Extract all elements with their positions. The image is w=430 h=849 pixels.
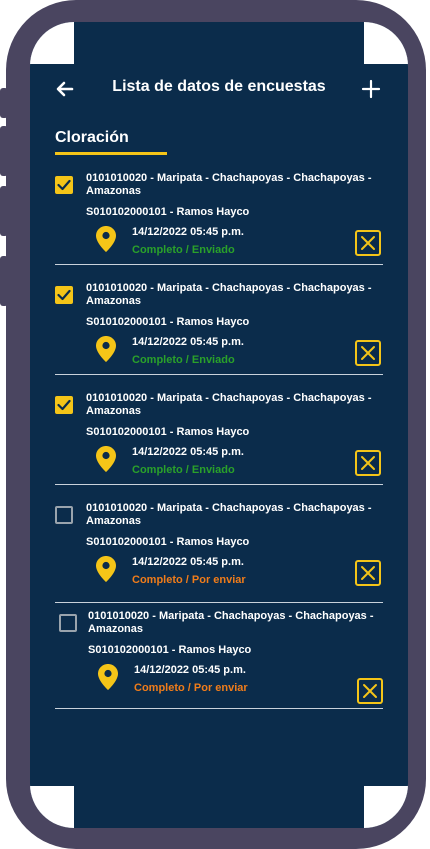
list-item[interactable]: 0101010020 - Maripata - Chachapoyas - Ch…: [55, 168, 383, 265]
phone-side-button: [0, 126, 8, 176]
list-item[interactable]: 0101010020 - Maripata - Chachapoyas - Ch…: [55, 388, 383, 485]
location-pin-icon: [96, 226, 116, 252]
phone-screen: Lista de datos de encuestas Cloración 01…: [30, 22, 408, 828]
app-header: Lista de datos de encuestas: [30, 74, 408, 104]
delete-button[interactable]: [355, 230, 381, 256]
list-item[interactable]: 0101010020 - Maripata - Chachapoyas - Ch…: [55, 498, 383, 603]
item-location: 0101010020 - Maripata - Chachapoyas - Ch…: [88, 610, 374, 635]
checkbox-unchecked[interactable]: [59, 614, 77, 632]
item-status: Completo / Enviado: [132, 354, 235, 366]
list-item[interactable]: 0101010020 - Maripata - Chachapoyas - Ch…: [55, 606, 383, 709]
item-status: Completo / Por enviar: [132, 574, 246, 586]
location-pin-icon: [96, 336, 116, 362]
item-location: 0101010020 - Maripata - Chachapoyas - Ch…: [86, 392, 372, 417]
checkbox-checked[interactable]: [55, 176, 73, 194]
delete-button[interactable]: [355, 340, 381, 366]
checkbox-unchecked[interactable]: [55, 506, 73, 524]
screen-corner: [30, 22, 74, 64]
close-icon: [361, 456, 375, 470]
location-pin-icon: [96, 446, 116, 472]
item-datetime: 14/12/2022 05:45 p.m.: [132, 226, 244, 238]
item-datetime: 14/12/2022 05:45 p.m.: [132, 336, 244, 348]
delete-button[interactable]: [355, 450, 381, 476]
location-pin-icon: [96, 556, 116, 582]
item-location: 0101010020 - Maripata - Chachapoyas - Ch…: [86, 172, 372, 197]
tab-cloracion[interactable]: Cloración: [55, 129, 129, 147]
location-pin-icon: [98, 664, 118, 690]
item-datetime: 14/12/2022 05:45 p.m.: [132, 446, 244, 458]
delete-button[interactable]: [355, 560, 381, 586]
phone-side-button: [0, 256, 8, 306]
item-code: S010102000101 - Ramos Hayco: [86, 316, 250, 328]
checkbox-checked[interactable]: [55, 286, 73, 304]
close-icon: [361, 346, 375, 360]
screen-corner: [30, 786, 74, 828]
plus-icon[interactable]: [360, 78, 382, 100]
item-location: 0101010020 - Maripata - Chachapoyas - Ch…: [86, 502, 372, 527]
item-code: S010102000101 - Ramos Hayco: [86, 426, 250, 438]
checkbox-checked[interactable]: [55, 396, 73, 414]
screen-corner: [364, 22, 408, 64]
item-status: Completo / Por enviar: [134, 682, 248, 694]
close-icon: [361, 236, 375, 250]
item-status: Completo / Enviado: [132, 464, 235, 476]
list-item[interactable]: 0101010020 - Maripata - Chachapoyas - Ch…: [55, 278, 383, 375]
item-datetime: 14/12/2022 05:45 p.m.: [134, 664, 246, 676]
phone-side-button: [0, 186, 8, 236]
item-code: S010102000101 - Ramos Hayco: [86, 206, 250, 218]
item-code: S010102000101 - Ramos Hayco: [88, 644, 252, 656]
page-title: Lista de datos de encuestas: [112, 78, 326, 95]
tab-active-indicator: [55, 152, 167, 155]
close-icon: [363, 684, 377, 698]
close-icon: [361, 566, 375, 580]
delete-button[interactable]: [357, 678, 383, 704]
item-location: 0101010020 - Maripata - Chachapoyas - Ch…: [86, 282, 372, 307]
phone-side-button: [0, 88, 8, 118]
item-code: S010102000101 - Ramos Hayco: [86, 536, 250, 548]
item-datetime: 14/12/2022 05:45 p.m.: [132, 556, 244, 568]
screen-corner: [364, 786, 408, 828]
item-status: Completo / Enviado: [132, 244, 235, 256]
